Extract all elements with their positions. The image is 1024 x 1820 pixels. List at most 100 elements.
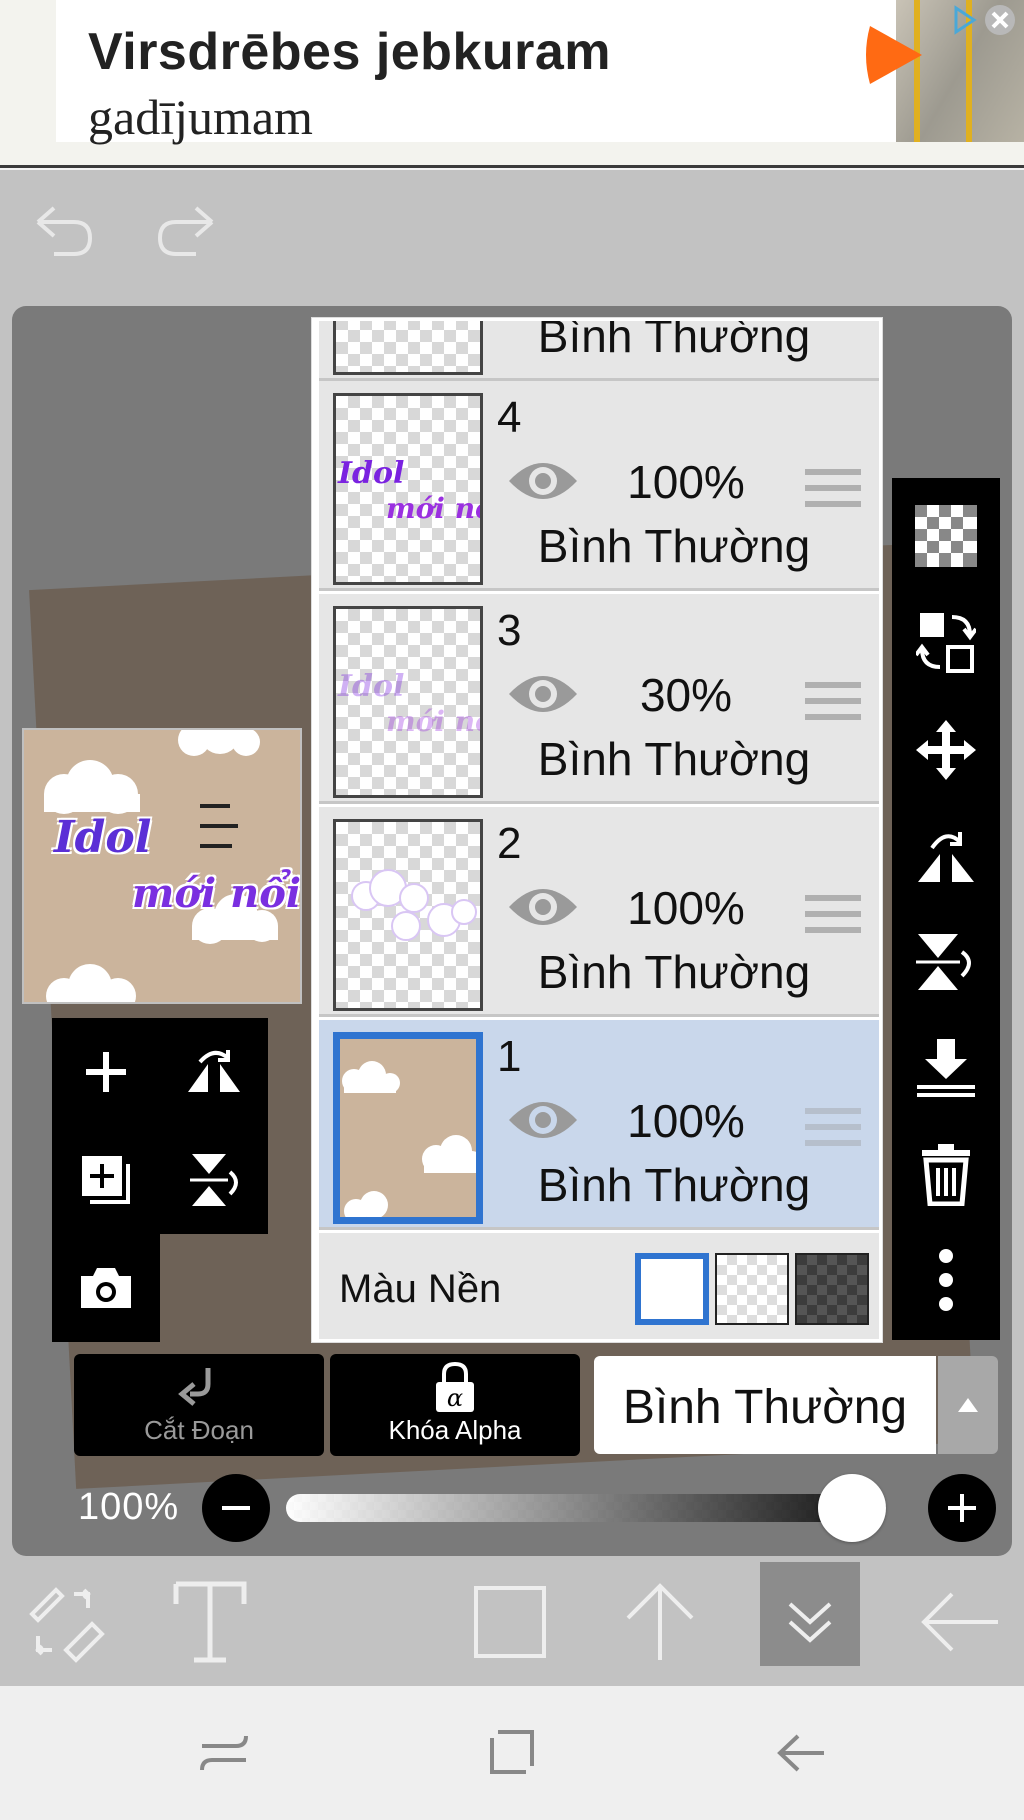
text-tool-button[interactable]	[160, 1572, 260, 1672]
layers-panel: Bình Thường Idol mới nổ 4 100% Bình Thườ…	[312, 318, 882, 1342]
visibility-eye-icon[interactable]	[505, 451, 581, 511]
ad-close-icon[interactable]	[948, 2, 1018, 38]
alpha-lock-label: Khóa Alpha	[388, 1415, 522, 1445]
flip-horizontal-button[interactable]	[160, 1018, 268, 1126]
ad-content[interactable]: Virsdrēbes jebkuram gadījumam	[56, 0, 1024, 145]
layer-opacity[interactable]: 30%	[611, 668, 761, 722]
layer-panel-toggle-button[interactable]	[760, 1572, 860, 1672]
ad-play-icon[interactable]	[862, 20, 930, 90]
layer-blend-mode[interactable]: Bình Thường	[529, 732, 819, 786]
layer-row-3[interactable]: Idol mới nổ 3 30% Bình Thường	[319, 594, 879, 804]
layer-row-2[interactable]: 2 100% Bình Thường	[319, 807, 879, 1017]
duplicate-icon	[82, 1156, 130, 1204]
arrow-up-icon	[626, 1583, 694, 1660]
layer-number: 1	[497, 1032, 522, 1081]
delete-layer-button[interactable]	[892, 1124, 1000, 1224]
background-color-label: Màu Nền	[339, 1267, 502, 1311]
svg-text:α: α	[447, 1384, 463, 1412]
preview-title-line1: Idol	[54, 812, 152, 863]
opacity-slider-knob[interactable]	[818, 1474, 886, 1542]
preview-title-line2: mới nổi	[132, 870, 302, 917]
flip-horizontal-right-button[interactable]	[892, 806, 1000, 906]
merge-down-icon	[917, 1039, 975, 1097]
checkerboard-icon	[915, 505, 977, 567]
more-options-button[interactable]	[892, 1230, 1000, 1330]
bg-white-swatch[interactable]	[635, 1253, 709, 1325]
drag-handle-icon[interactable]	[805, 1106, 861, 1150]
square-icon	[474, 1586, 546, 1658]
alpha-lock-button[interactable]: α Khóa Alpha	[330, 1354, 580, 1456]
merge-down-button[interactable]	[892, 1018, 1000, 1118]
camera-button[interactable]	[52, 1234, 160, 1342]
swap-layer-button[interactable]	[892, 592, 1000, 692]
drag-handle-icon[interactable]	[805, 467, 861, 511]
clipping-button[interactable]: Cắt Đoạn	[74, 1354, 324, 1456]
redo-icon[interactable]	[150, 200, 220, 260]
cloud-background-art	[342, 1061, 476, 1217]
recent-apps-icon[interactable]	[200, 1732, 248, 1774]
flip-horizontal-icon	[918, 832, 974, 882]
thumb-text-line2: mới nổ	[386, 492, 483, 525]
flip-vertical-right-button[interactable]	[892, 912, 1000, 1012]
layer-opacity[interactable]: 100%	[611, 881, 761, 935]
blend-mode-value: Bình Thường	[622, 1381, 908, 1434]
layer-blend-mode: Bình Thường	[537, 318, 811, 362]
move-up-button[interactable]	[610, 1572, 710, 1672]
layer-blend-mode[interactable]: Bình Thường	[529, 1158, 819, 1212]
plus-icon	[86, 1052, 126, 1092]
layer-thumbnail: Idol mới nổ	[333, 606, 483, 798]
flip-vertical-icon	[190, 1154, 238, 1206]
triangle-up-icon	[958, 1398, 978, 1412]
undo-icon[interactable]	[30, 200, 100, 260]
layer-row-4[interactable]: Idol mới nổ 4 100% Bình Thường	[319, 381, 879, 591]
flip-horizontal-icon	[188, 1050, 240, 1092]
minus-icon	[222, 1506, 250, 1510]
system-back-icon[interactable]	[776, 1732, 826, 1774]
layer-row-1[interactable]: 1 100% Bình Thường	[319, 1020, 879, 1230]
layer-opacity[interactable]: 100%	[611, 455, 761, 509]
drag-handle-icon[interactable]	[805, 680, 861, 724]
ad-subheadline: gadījumam	[88, 89, 313, 145]
opacity-decrease-button[interactable]	[202, 1474, 270, 1542]
opacity-increase-button[interactable]	[928, 1474, 996, 1542]
thumb-text-line1: Idol	[338, 456, 405, 491]
arrow-left-icon	[921, 1592, 998, 1652]
clipping-label: Cắt Đoạn	[144, 1415, 254, 1445]
selection-tool-button[interactable]	[460, 1572, 560, 1672]
home-icon[interactable]	[488, 1728, 536, 1776]
flip-vertical-button[interactable]	[160, 1126, 268, 1234]
right-toolbar	[892, 478, 1000, 1340]
layer-thumbnail	[333, 819, 483, 1011]
opacity-slider[interactable]	[286, 1494, 886, 1522]
layer-blend-mode[interactable]: Bình Thường	[529, 519, 819, 573]
blend-mode-select[interactable]: Bình Thường	[594, 1356, 936, 1454]
visibility-eye-icon[interactable]	[505, 1090, 581, 1150]
clipping-arrow-icon	[178, 1368, 211, 1406]
bg-transparent-light-swatch[interactable]	[715, 1253, 789, 1325]
layer-thumbnail	[333, 321, 483, 375]
add-layer-button[interactable]	[52, 1018, 160, 1126]
layer-actions-panel	[52, 1018, 268, 1234]
duplicate-layer-button[interactable]	[52, 1126, 160, 1234]
brush-eraser-tool-button[interactable]	[14, 1572, 114, 1672]
visibility-eye-icon[interactable]	[505, 664, 581, 724]
back-button[interactable]	[910, 1572, 1010, 1672]
layer-opacity[interactable]: 100%	[611, 1094, 761, 1148]
layer-number: 3	[497, 606, 522, 655]
brush-eraser-icon	[29, 1587, 105, 1663]
ad-banner[interactable]: Virsdrēbes jebkuram gadījumam	[0, 0, 1024, 168]
move-button[interactable]	[892, 700, 1000, 800]
visibility-eye-icon[interactable]	[505, 877, 581, 937]
layer-blend-mode[interactable]: Bình Thường	[529, 945, 819, 999]
transparency-button[interactable]	[892, 486, 1000, 586]
drag-handle-icon[interactable]	[805, 893, 861, 937]
cloud-decoration	[44, 730, 278, 1002]
more-vertical-icon	[939, 1249, 953, 1311]
layer-row-partial[interactable]: Bình Thường	[319, 318, 879, 381]
canvas-preview[interactable]: Idol mới nổi	[22, 728, 302, 1004]
blend-mode-dropdown-button[interactable]	[938, 1356, 998, 1454]
flip-vertical-icon	[916, 934, 971, 990]
bg-transparent-dark-swatch[interactable]	[795, 1253, 869, 1325]
layer-thumbnail: Idol mới nổ	[333, 393, 483, 585]
chevron-double-down-icon	[788, 1602, 832, 1643]
